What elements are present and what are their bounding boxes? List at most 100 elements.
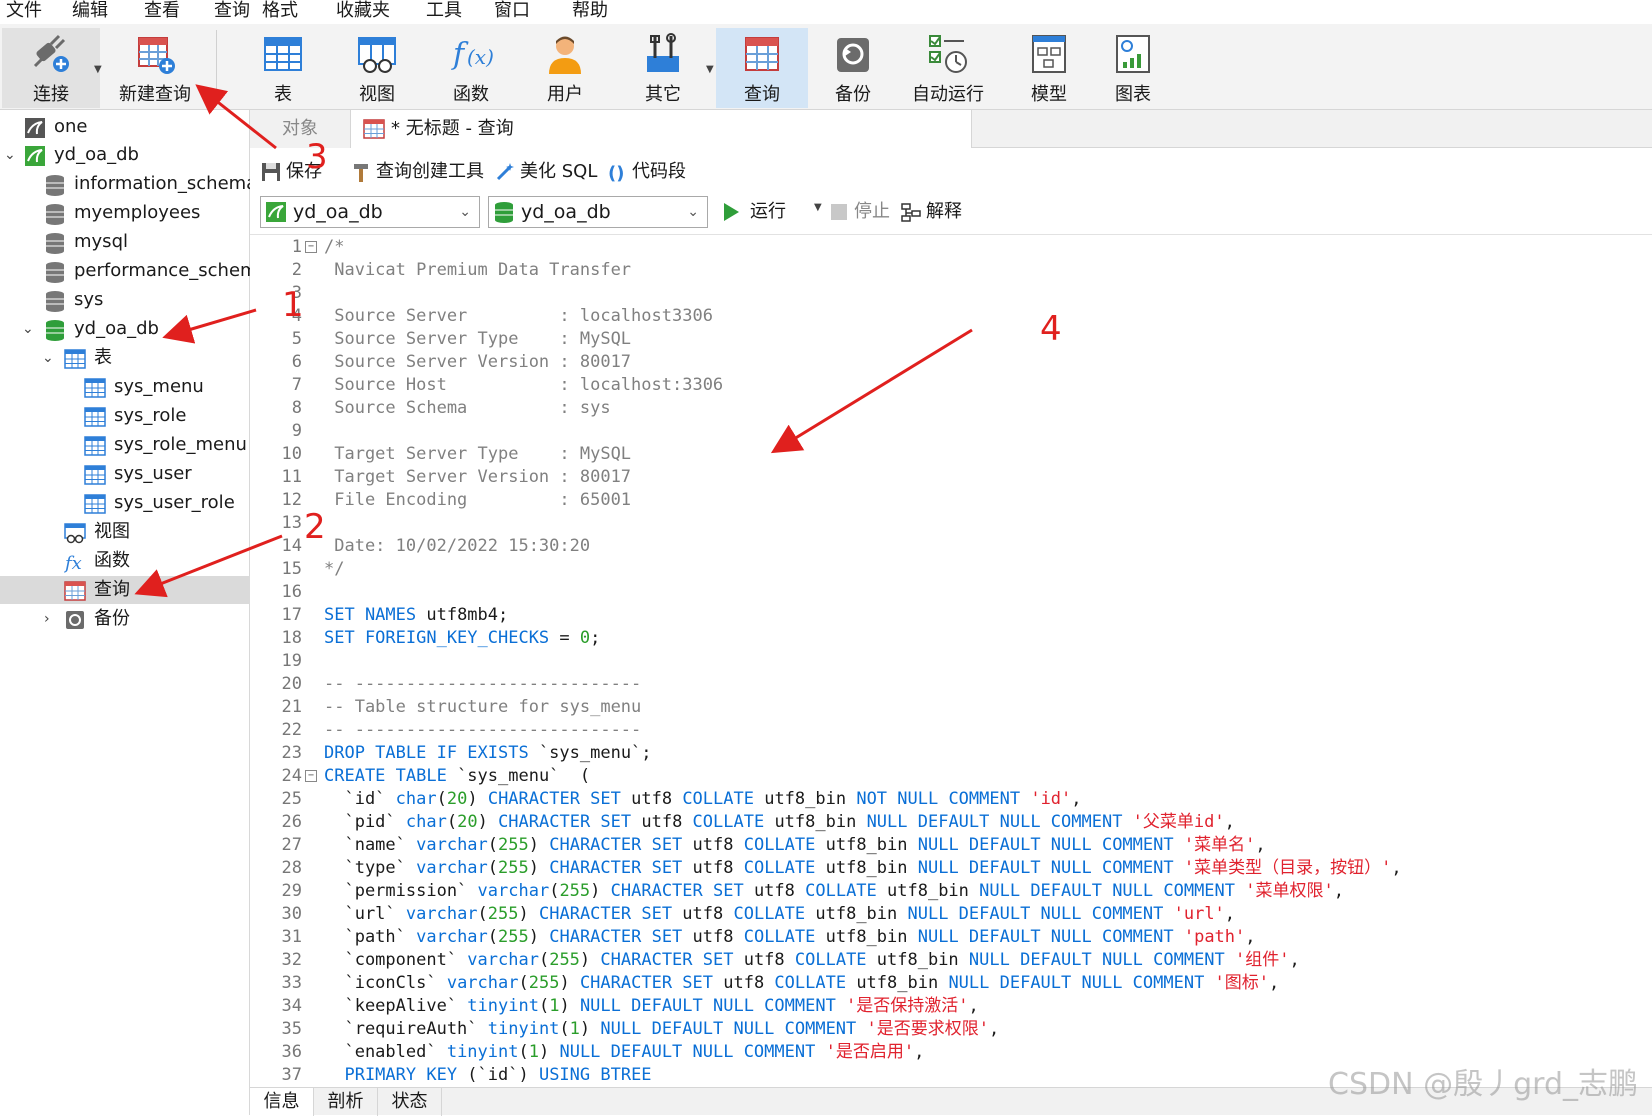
connection-select[interactable]: yd_oa_db ⌄	[260, 196, 480, 228]
table-button[interactable]: 表	[238, 28, 328, 108]
connect-dropdown-icon[interactable]: ▼	[94, 64, 102, 75]
menu-query[interactable]: 查询	[214, 0, 250, 22]
code-line[interactable]: 10 Target Server Type : MySQL	[250, 443, 1652, 466]
tab-info[interactable]: 信息	[250, 1088, 314, 1116]
tree-folder-tables[interactable]: ⌄ 表	[0, 344, 250, 372]
code-line[interactable]: 25 `id` char(20) CHARACTER SET utf8 COLL…	[250, 788, 1652, 811]
model-button[interactable]: 模型	[1004, 28, 1094, 108]
sql-editor[interactable]: 1−/* 2 Navicat Premium Data Transfer 3 4 So…	[250, 234, 1652, 1085]
code-line[interactable]: 16	[250, 581, 1652, 604]
menu-help[interactable]: 帮助	[572, 0, 608, 22]
code-line[interactable]: 11 Target Server Version : 80017	[250, 466, 1652, 489]
line-number: 16	[281, 582, 302, 602]
menu-edit[interactable]: 编辑	[72, 0, 108, 22]
tree-connection-yd-oa-db[interactable]: ⌄ yd_oa_db	[0, 141, 250, 169]
code-text: Source Server Type : MySQL	[324, 328, 631, 351]
tab-profile[interactable]: 剖析	[314, 1088, 378, 1116]
menu-file[interactable]: 文件	[6, 0, 42, 22]
code-line[interactable]: 18 SET FOREIGN_KEY_CHECKS = 0;	[250, 627, 1652, 650]
tab-objects[interactable]: 对象	[250, 110, 350, 148]
new-query-button[interactable]: 新建查询	[106, 28, 204, 108]
tree-db-sys[interactable]: sys	[0, 286, 250, 314]
tree-table-sys-role[interactable]: sys_role	[0, 402, 250, 430]
chevron-down-icon[interactable]: ⌄	[42, 344, 54, 372]
backup-button[interactable]: 备份	[808, 28, 898, 108]
code-line[interactable]: 15 */	[250, 558, 1652, 581]
code-line[interactable]: 27 `name` varchar(255) CHARACTER SET utf…	[250, 834, 1652, 857]
tree-folder-functions[interactable]: fx 函数	[0, 547, 250, 575]
code-token: 255	[498, 858, 529, 878]
chevron-down-icon[interactable]: ⌄	[22, 315, 34, 343]
tree-table-sys-user[interactable]: sys_user	[0, 460, 250, 488]
menu-tools[interactable]: 工具	[426, 0, 462, 22]
chevron-right-icon[interactable]: ›	[44, 605, 50, 633]
code-line[interactable]: 32 `component` varchar(255) CHARACTER SE…	[250, 949, 1652, 972]
code-line[interactable]: 13	[250, 512, 1652, 535]
tree-folder-backups[interactable]: › 备份	[0, 605, 250, 633]
menu-view[interactable]: 查看	[144, 0, 180, 22]
main-toolbar: 连接 ▼ 新建查询 表 视图 f (x) 函数 用户 其它 ▼ 查询 备份 自动…	[0, 24, 1652, 110]
code-line[interactable]: 1−/*	[250, 236, 1652, 259]
chart-button[interactable]: 图表	[1088, 28, 1178, 108]
code-line[interactable]: 34 `keepAlive` tinyint(1) NULL DEFAULT N…	[250, 995, 1652, 1018]
code-line[interactable]: 28 `type` varchar(255) CHARACTER SET utf…	[250, 857, 1652, 880]
code-line[interactable]: 20 -- ----------------------------	[250, 673, 1652, 696]
code-line[interactable]: 7 Source Host : localhost:3306	[250, 374, 1652, 397]
tree-db-performance-schema[interactable]: performance_schema	[0, 257, 250, 285]
code-line[interactable]: 3	[250, 282, 1652, 305]
tree-db-information-schema[interactable]: information_schema	[0, 170, 250, 198]
view-button[interactable]: 视图	[332, 28, 422, 108]
code-line[interactable]: 2 Navicat Premium Data Transfer	[250, 259, 1652, 282]
fold-toggle-icon[interactable]: −	[305, 241, 317, 253]
code-line[interactable]: 17 SET NAMES utf8mb4;	[250, 604, 1652, 627]
other-button[interactable]: 其它	[618, 28, 708, 108]
code-line[interactable]: 19	[250, 650, 1652, 673]
tree-folder-views[interactable]: 视图	[0, 518, 250, 546]
tree-table-sys-role-menu[interactable]: sys_role_menu	[0, 431, 250, 459]
menu-favorites[interactable]: 收藏夹	[336, 0, 390, 22]
chevron-down-icon[interactable]: ⌄	[4, 141, 16, 169]
tree-db-mysql[interactable]: mysql	[0, 228, 250, 256]
tree-table-sys-user-role[interactable]: sys_user_role	[0, 489, 250, 517]
parentheses-icon: ()	[608, 163, 624, 183]
code-token: CHARACTER SET	[600, 950, 744, 970]
code-line[interactable]: 35 `requireAuth` tinyint(1) NULL DEFAULT…	[250, 1018, 1652, 1041]
code-line[interactable]: 26 `pid` char(20) CHARACTER SET utf8 COL…	[250, 811, 1652, 834]
other-dropdown-icon[interactable]: ▼	[706, 64, 714, 75]
code-line[interactable]: 30 `url` varchar(255) CHARACTER SET utf8…	[250, 903, 1652, 926]
tab-untitled-query[interactable]: * 无标题 - 查询	[350, 110, 972, 148]
code-line[interactable]: 6 Source Server Version : 80017	[250, 351, 1652, 374]
auto-run-button[interactable]: 自动运行	[898, 28, 998, 108]
code-line[interactable]: 21 -- Table structure for sys_menu	[250, 696, 1652, 719]
chart-icon	[1116, 35, 1150, 73]
tree-db-yd-oa-db[interactable]: ⌄ yd_oa_db	[0, 315, 250, 343]
database-select[interactable]: yd_oa_db ⌄	[488, 196, 708, 228]
menu-format[interactable]: 格式	[262, 0, 298, 22]
menu-window[interactable]: 窗口	[494, 0, 530, 22]
tree-folder-queries[interactable]: 查询	[0, 576, 250, 604]
function-button[interactable]: f (x) 函数	[426, 28, 516, 108]
tree-db-myemployees[interactable]: myemployees	[0, 199, 250, 227]
code-line[interactable]: 31 `path` varchar(255) CHARACTER SET utf…	[250, 926, 1652, 949]
run-dropdown-icon[interactable]: ▼	[814, 202, 822, 213]
code-line[interactable]: 4 Source Server : localhost3306	[250, 305, 1652, 328]
code-line[interactable]: 24− CREATE TABLE `sys_menu` (	[250, 765, 1652, 788]
tree-connection-one[interactable]: one	[0, 113, 250, 141]
save-icon	[262, 163, 280, 181]
code-line[interactable]: 9	[250, 420, 1652, 443]
tree-table-sys-menu[interactable]: sys_menu	[0, 373, 250, 401]
code-line[interactable]: 12 File Encoding : 65001	[250, 489, 1652, 512]
code-line[interactable]: 5 Source Server Type : MySQL	[250, 328, 1652, 351]
svg-text:fx: fx	[64, 553, 82, 573]
tab-status[interactable]: 状态	[378, 1088, 442, 1116]
code-line[interactable]: 33 `iconCls` varchar(255) CHARACTER SET …	[250, 972, 1652, 995]
code-line[interactable]: 29 `permission` varchar(255) CHARACTER S…	[250, 880, 1652, 903]
code-line[interactable]: 22 -- ----------------------------	[250, 719, 1652, 742]
user-button[interactable]: 用户	[520, 28, 610, 108]
code-line[interactable]: 14 Date: 10/02/2022 15:30:20	[250, 535, 1652, 558]
code-line[interactable]: 23 DROP TABLE IF EXISTS `sys_menu`;	[250, 742, 1652, 765]
connect-button[interactable]: 连接	[2, 28, 100, 108]
query-button[interactable]: 查询	[716, 28, 808, 108]
fold-toggle-icon[interactable]: −	[305, 770, 317, 782]
code-line[interactable]: 8 Source Schema : sys	[250, 397, 1652, 420]
